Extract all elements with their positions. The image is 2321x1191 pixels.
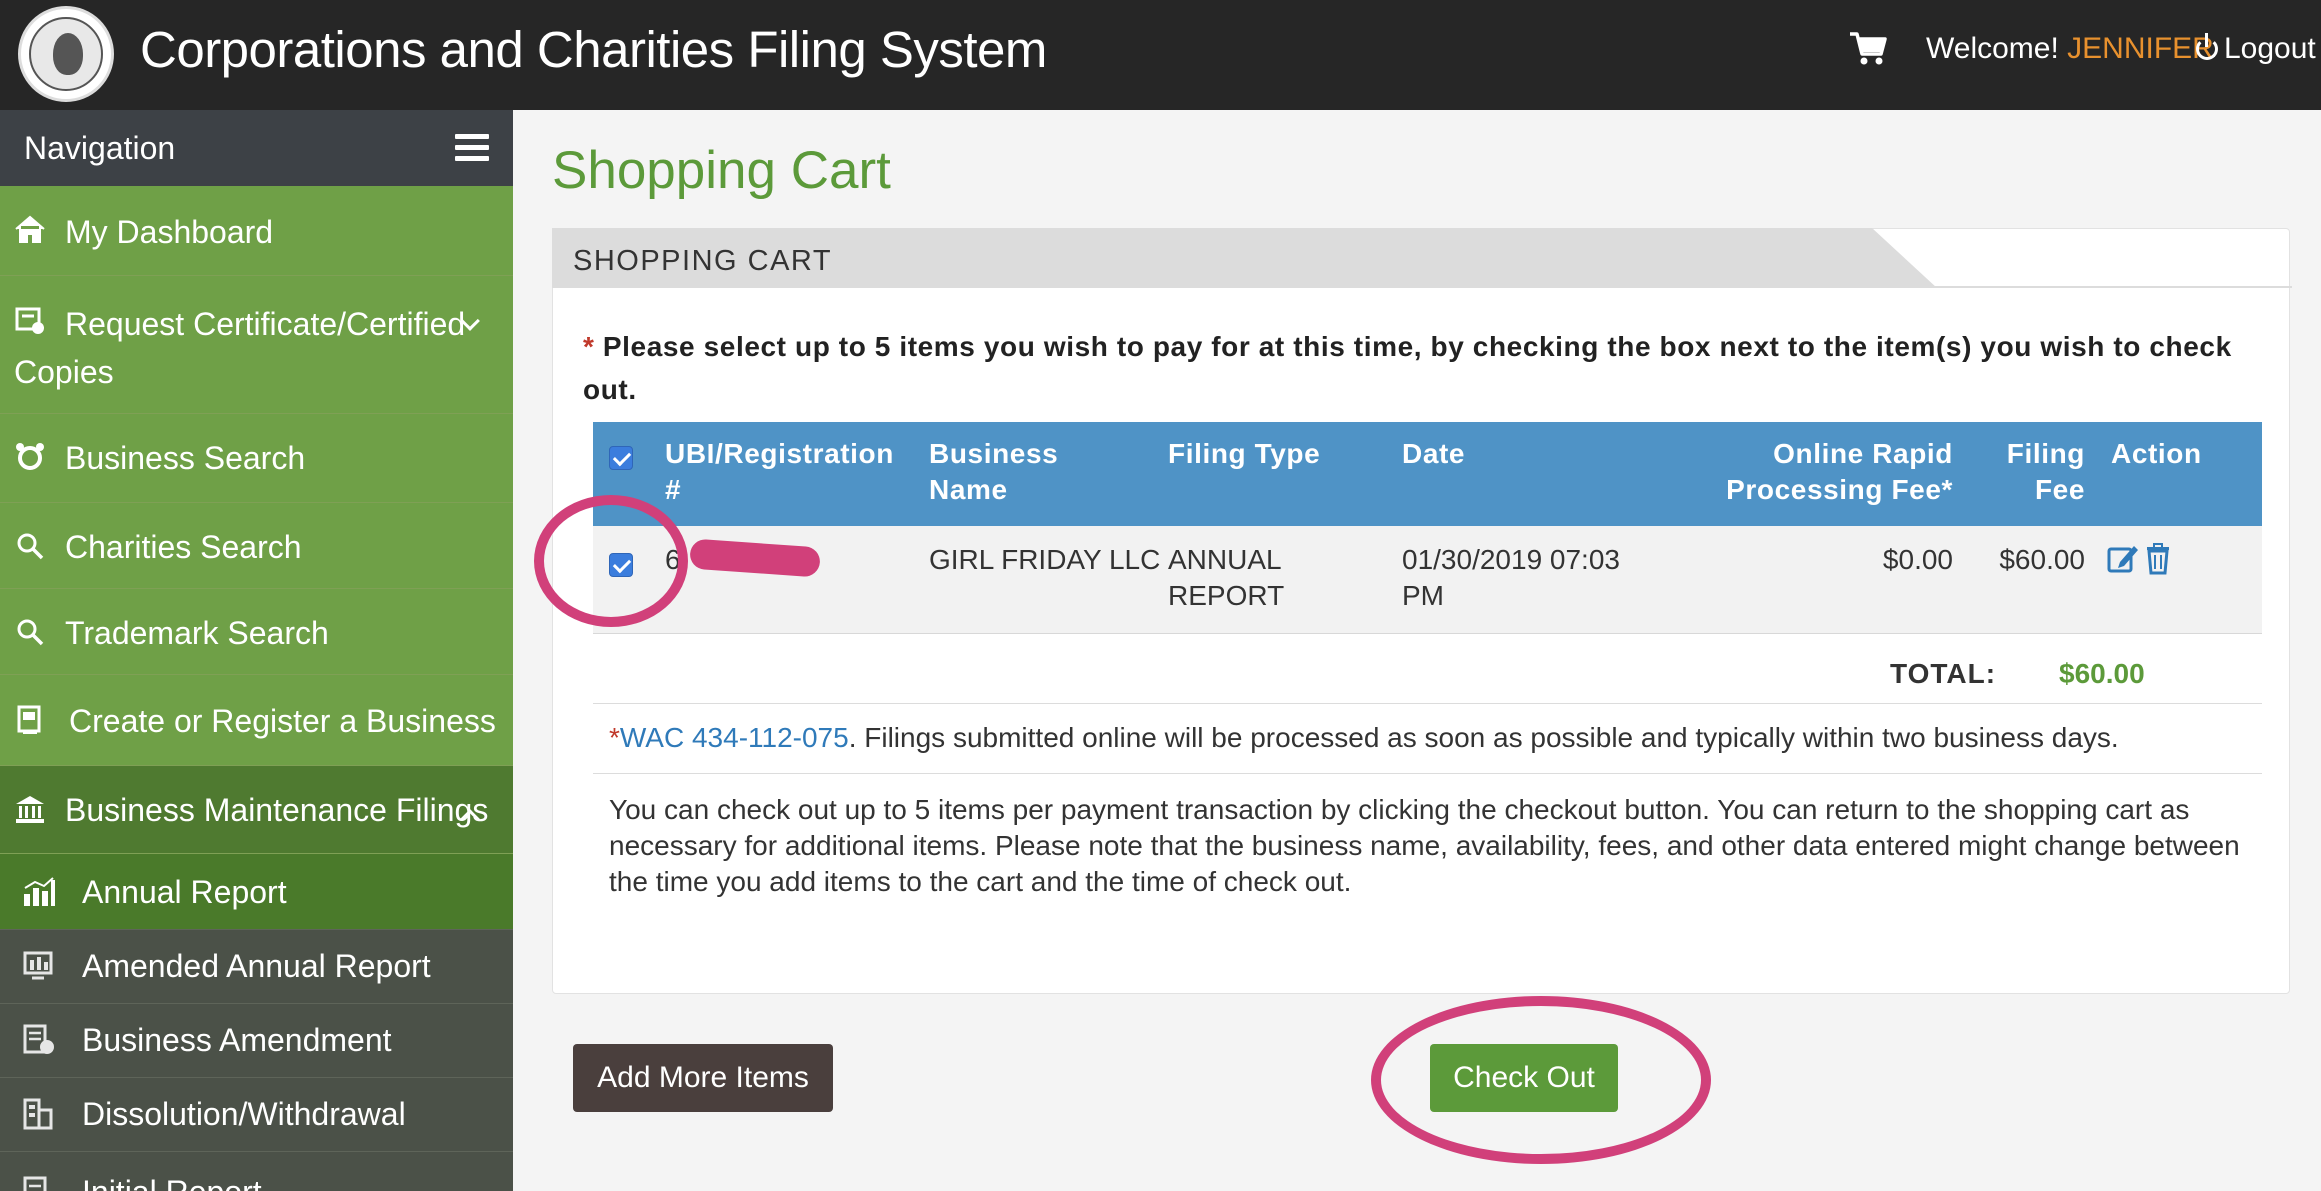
annotation-circle-checkout [1371, 996, 1711, 1164]
wac-notice-row: *WAC 434-112-075. Filings submitted onli… [593, 704, 2262, 774]
home-icon [15, 215, 45, 243]
wac-text: . Filings submitted online will be proce… [848, 722, 2119, 753]
edit-icon[interactable] [2106, 542, 2140, 576]
app-title: Corporations and Charities Filing System [140, 21, 1047, 78]
wac-asterisk: * [609, 722, 620, 753]
col-processing-fee-header[interactable]: Online Rapid Processing Fee* [1693, 436, 1953, 508]
col-business-name-header[interactable]: Business Name [929, 436, 1058, 508]
add-more-items-button[interactable]: Add More Items [573, 1044, 833, 1112]
cell-processing-fee: $0.00 [1882, 544, 1953, 575]
navigation-title: Navigation [24, 130, 176, 166]
sidebar-item-request-certificate[interactable]: Request Certificate/Certified Copies [0, 276, 513, 414]
register-icon [17, 705, 41, 734]
amended-report-icon [23, 951, 53, 980]
shopping-cart-panel: SHOPPING CART * Please select up to 5 it… [552, 228, 2292, 994]
user-name: JENNIFER [2067, 32, 2214, 65]
total-row: TOTAL: $60.00 [593, 634, 2262, 704]
hamburger-menu-icon[interactable] [455, 134, 489, 162]
welcome-label: Welcome! [1926, 32, 2059, 65]
chart-icon [24, 877, 55, 906]
sidebar-subitem-dissolution-withdrawal[interactable]: Dissolution/Withdrawal [0, 1078, 513, 1152]
checkout-note: You can check out up to 5 items per paym… [609, 794, 2240, 897]
sidebar-item-my-dashboard[interactable]: My Dashboard [0, 186, 513, 276]
col-filing-type-header[interactable]: Filing Type [1168, 436, 1320, 472]
col-filing-fee-header[interactable]: Filing Fee [1985, 436, 2085, 508]
bank-icon [16, 796, 44, 823]
annotation-circle-checkbox [534, 495, 688, 627]
select-all-checkbox[interactable] [609, 446, 633, 470]
sidebar-item-trademark-search[interactable]: Trademark Search [0, 589, 513, 675]
certificate-icon [15, 307, 44, 334]
top-header: Corporations and Charities Filing System… [0, 0, 2321, 110]
amendment-icon [23, 1024, 54, 1054]
power-icon [2196, 33, 2218, 60]
col-action-header: Action [2111, 438, 2202, 469]
cell-business-name: GIRL FRIDAY LLC [929, 544, 1161, 575]
table-row: 6 GIRL FRIDAY LLC ANNUAL REPORT 01/30/201… [593, 526, 2262, 634]
welcome-message: Welcome! JENNIFER [1926, 32, 2214, 66]
cell-filing-type: ANNUAL REPORT [1168, 544, 1285, 611]
navigation-header: Navigation [0, 110, 513, 186]
dissolution-icon [23, 1098, 53, 1130]
shopping-cart-icon[interactable] [1848, 28, 1888, 68]
wac-link[interactable]: WAC 434-112-075 [620, 722, 849, 753]
panel-title: SHOPPING CART [573, 245, 833, 277]
search-icon [17, 619, 44, 646]
required-asterisk: * [583, 331, 595, 362]
instructions: * Please select up to 5 items you wish t… [583, 325, 2263, 411]
sidebar-item-business-maintenance[interactable]: Business Maintenance Filings [0, 766, 513, 854]
sidebar-item-business-search[interactable]: Business Search [0, 414, 513, 503]
report-icon [23, 1176, 47, 1191]
state-seal-logo [18, 6, 114, 102]
logout-label: Logout [2224, 32, 2316, 65]
cell-date: 01/30/2019 07:03 PM [1402, 544, 1620, 611]
logout-link[interactable]: Logout [2196, 32, 2316, 66]
cart-table-header: UBI/Registration # Business Name Filing Ty… [593, 422, 2262, 526]
sidebar-subitem-amended-annual-report[interactable]: Amended Annual Report [0, 930, 513, 1004]
page-title: Shopping Cart [552, 141, 891, 200]
sidebar: Navigation My Dashboard Request Certific… [0, 110, 513, 1191]
sidebar-subitem-business-amendment[interactable]: Business Amendment [0, 1004, 513, 1078]
sidebar-subitem-initial-report[interactable]: Initial Report [0, 1152, 513, 1191]
col-ubi-header[interactable]: UBI/Registration # [665, 436, 894, 508]
search-icon [17, 533, 44, 560]
total-value: $60.00 [2059, 658, 2145, 689]
sidebar-item-charities-search[interactable]: Charities Search [0, 503, 513, 589]
sidebar-subitem-annual-report[interactable]: Annual Report [0, 854, 513, 930]
business-search-icon [16, 443, 44, 470]
total-label: TOTAL: [1890, 658, 1997, 689]
delete-trash-icon[interactable] [2143, 542, 2177, 576]
instructions-text: Please select up to 5 items you wish to … [583, 331, 2232, 405]
cell-filing-fee: $60.00 [1999, 544, 2085, 575]
sidebar-item-create-register-business[interactable]: Create or Register a Business [0, 675, 513, 766]
col-date-header[interactable]: Date [1402, 436, 1465, 472]
